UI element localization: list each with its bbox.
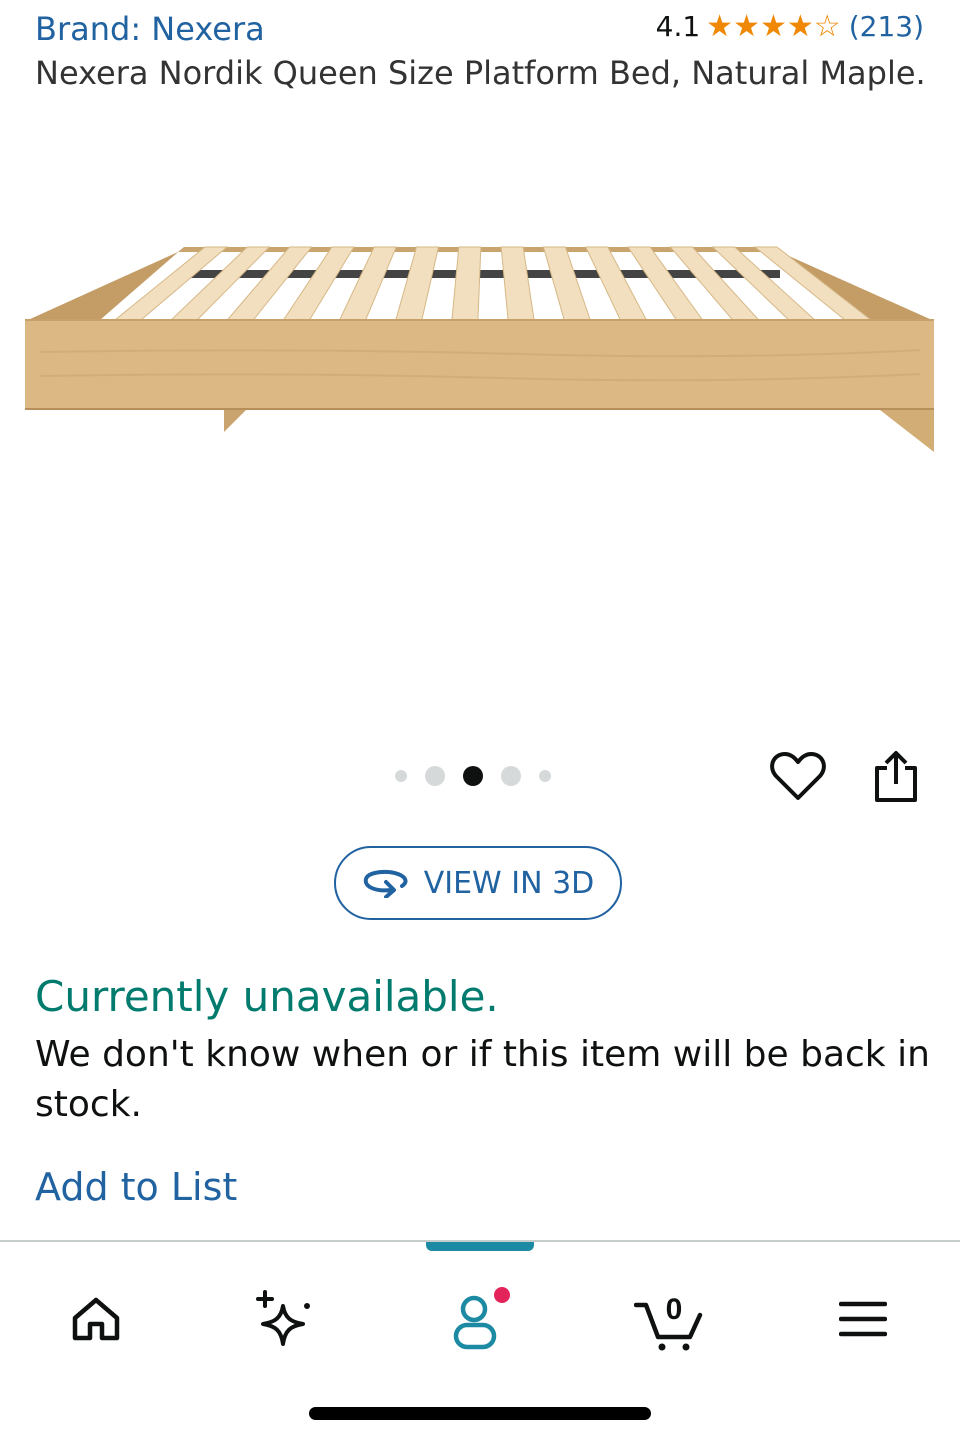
rating[interactable]: 4.1 ★ ★ ★ ★ ☆ (213) [656, 10, 924, 43]
star-icon: ★ [733, 8, 760, 44]
nav-ai-assistant[interactable] [230, 1264, 340, 1374]
menu-icon [839, 1301, 887, 1337]
rotate-3d-icon [363, 869, 408, 898]
carousel-dot[interactable] [395, 770, 407, 782]
bed-slats [113, 246, 873, 321]
star-icon: ★ [786, 8, 814, 44]
bed-slat [542, 246, 591, 321]
home-indicator-bar [309, 1407, 651, 1420]
availability-description: We don't know when or if this item will … [35, 1034, 930, 1125]
home-icon [72, 1297, 120, 1341]
cart-count: 0 [666, 1293, 683, 1326]
notification-dot [494, 1287, 510, 1303]
review-count-link[interactable]: (213) [849, 10, 924, 43]
view-in-3d-label: VIEW IN 3D [423, 865, 595, 901]
star-rating: ★ ★ ★ ★ ☆ [706, 8, 841, 44]
bed-frame-front [25, 320, 934, 410]
nav-home[interactable] [41, 1264, 151, 1374]
product-title: Nexera Nordik Queen Size Platform Bed, N… [35, 54, 926, 92]
availability-status: Currently unavailable. [35, 972, 499, 1021]
view-in-3d-button[interactable]: VIEW IN 3D [334, 846, 622, 920]
share-icon[interactable] [873, 750, 919, 804]
carousel-dot-active[interactable] [463, 766, 483, 786]
brand-link[interactable]: Brand: Nexera [35, 10, 265, 48]
sparkle-icon [256, 1290, 310, 1346]
bed-leg-right [880, 410, 934, 452]
add-to-list-link[interactable]: Add to List [35, 1165, 237, 1209]
bed-slat [451, 246, 482, 321]
carousel-dot[interactable] [425, 766, 445, 786]
star-outline-icon: ☆ [813, 8, 841, 44]
account-icon [453, 1287, 510, 1350]
nav-cart[interactable]: 0 [615, 1264, 725, 1374]
carousel-dots[interactable] [395, 764, 551, 788]
carousel-dot[interactable] [539, 770, 551, 782]
nav-menu[interactable] [808, 1264, 918, 1374]
bed-slat [338, 246, 397, 321]
cart-icon: 0 [634, 1293, 703, 1351]
bed-slat [500, 246, 535, 321]
heart-icon[interactable] [770, 750, 826, 802]
product-image[interactable] [0, 120, 960, 740]
nav-account[interactable] [425, 1264, 535, 1374]
carousel-dot[interactable] [501, 766, 521, 786]
bed-leg-left [224, 410, 246, 432]
nav-active-indicator [426, 1242, 534, 1251]
star-icon: ★ [706, 8, 734, 44]
star-icon: ★ [759, 8, 787, 44]
rating-value: 4.1 [655, 10, 701, 43]
bed-slat [395, 246, 440, 321]
